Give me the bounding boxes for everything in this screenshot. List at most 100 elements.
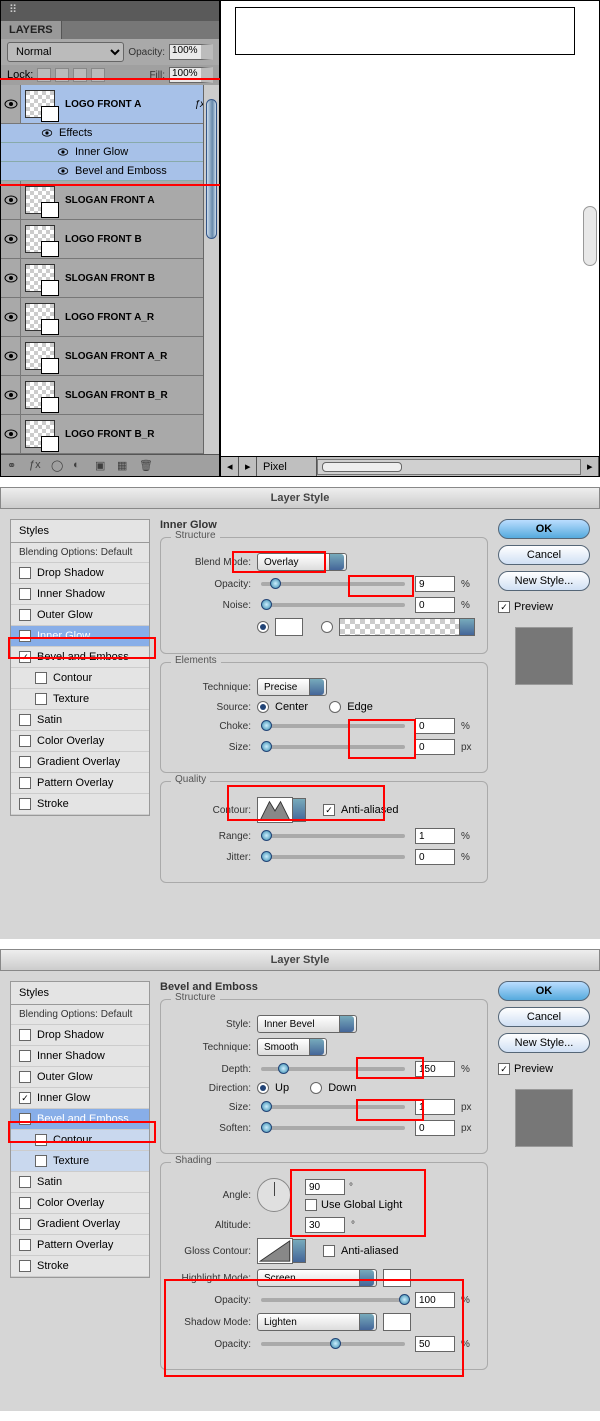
noise-slider[interactable] xyxy=(261,603,405,607)
mask-thumbnail[interactable] xyxy=(41,106,59,122)
style-stroke[interactable]: Stroke xyxy=(11,1256,149,1277)
mask-thumbnail[interactable] xyxy=(41,280,59,296)
lock-paint-icon[interactable] xyxy=(55,68,69,82)
mask-thumbnail[interactable] xyxy=(41,202,59,218)
style-dropdown[interactable]: Inner Bevel xyxy=(257,1015,357,1033)
visibility-toggle[interactable] xyxy=(1,376,21,414)
sb-arrow-right-icon[interactable]: ▸ xyxy=(239,457,257,476)
size-input[interactable] xyxy=(415,1099,455,1115)
antialiased-checkbox[interactable] xyxy=(323,804,335,816)
opacity-input[interactable] xyxy=(415,576,455,592)
sb-arrow-icon[interactable]: ▸ xyxy=(581,457,599,476)
highlight-mode-dropdown[interactable]: Screen xyxy=(257,1269,377,1287)
styles-header[interactable]: Styles xyxy=(10,981,150,1004)
technique-dropdown[interactable]: Precise xyxy=(257,678,327,696)
gloss-contour-picker[interactable] xyxy=(257,1238,293,1264)
color-swatch[interactable] xyxy=(275,618,303,636)
new-style-button[interactable]: New Style... xyxy=(498,1033,590,1053)
direction-down-radio[interactable] xyxy=(310,1082,322,1094)
visibility-toggle[interactable] xyxy=(1,220,21,258)
size-input[interactable] xyxy=(415,739,455,755)
layer-name[interactable]: SLOGAN FRONT A_R xyxy=(59,351,219,362)
lock-position-icon[interactable] xyxy=(73,68,87,82)
opacity-slider[interactable] xyxy=(261,582,405,586)
layer-name[interactable]: LOGO FRONT B_R xyxy=(59,429,219,440)
layer-name[interactable]: LOGO FRONT B xyxy=(59,234,219,245)
shadow-opacity-input[interactable] xyxy=(415,1336,455,1352)
horizontal-scrollbar[interactable] xyxy=(317,459,581,475)
layer-name[interactable]: LOGO FRONT A_R xyxy=(59,312,219,323)
ok-button[interactable]: OK xyxy=(498,519,590,539)
style-inner-shadow[interactable]: Inner Shadow xyxy=(11,584,149,605)
lock-all-icon[interactable] xyxy=(91,68,105,82)
angle-dial[interactable] xyxy=(257,1178,291,1212)
jitter-slider[interactable] xyxy=(261,855,405,859)
style-outer-glow[interactable]: Outer Glow xyxy=(11,1067,149,1088)
new-layer-icon[interactable]: ▦ xyxy=(117,459,131,473)
layer-row[interactable]: SLOGAN FRONT A xyxy=(1,181,219,220)
layer-row[interactable]: LOGO FRONT A ƒx▾ xyxy=(1,85,219,124)
soften-slider[interactable] xyxy=(261,1126,405,1130)
styles-header[interactable]: Styles xyxy=(10,519,150,542)
style-pattern-overlay[interactable]: Pattern Overlay xyxy=(11,1235,149,1256)
source-edge-radio[interactable] xyxy=(329,701,341,713)
style-stroke[interactable]: Stroke xyxy=(11,794,149,815)
highlight-opacity-slider[interactable] xyxy=(261,1298,405,1302)
choke-slider[interactable] xyxy=(261,724,405,728)
depth-input[interactable] xyxy=(415,1061,455,1077)
blending-options[interactable]: Blending Options: Default xyxy=(11,1005,149,1025)
layer-row[interactable]: LOGO FRONT B xyxy=(1,220,219,259)
fill-value[interactable]: 100% xyxy=(169,67,213,83)
style-satin[interactable]: Satin xyxy=(11,710,149,731)
noise-input[interactable] xyxy=(415,597,455,613)
color-radio[interactable] xyxy=(257,621,269,633)
shadow-color-swatch[interactable] xyxy=(383,1313,411,1331)
effect-item[interactable]: Bevel and Emboss xyxy=(75,165,167,177)
size-slider[interactable] xyxy=(261,1105,405,1109)
layer-name[interactable]: SLOGAN FRONT B xyxy=(59,273,219,284)
fx-icon[interactable]: ƒx xyxy=(29,459,43,473)
opacity-value[interactable]: 100% xyxy=(169,44,213,60)
visibility-toggle[interactable] xyxy=(41,129,53,137)
style-contour[interactable]: Contour xyxy=(11,1130,149,1151)
cancel-button[interactable]: Cancel xyxy=(498,1007,590,1027)
style-pattern-overlay[interactable]: Pattern Overlay xyxy=(11,773,149,794)
style-contour[interactable]: Contour xyxy=(11,668,149,689)
effect-item[interactable]: Inner Glow xyxy=(75,146,128,158)
style-drop-shadow[interactable]: Drop Shadow xyxy=(11,563,149,584)
new-style-button[interactable]: New Style... xyxy=(498,571,590,591)
style-inner-glow[interactable]: Inner Glow xyxy=(11,626,149,647)
lock-transparency-icon[interactable] xyxy=(37,68,51,82)
style-texture[interactable]: Texture xyxy=(11,689,149,710)
style-outer-glow[interactable]: Outer Glow xyxy=(11,605,149,626)
mask-thumbnail[interactable] xyxy=(41,319,59,335)
direction-up-radio[interactable] xyxy=(257,1082,269,1094)
layer-row[interactable]: LOGO FRONT A_R xyxy=(1,298,219,337)
visibility-toggle[interactable] xyxy=(57,148,69,156)
style-texture[interactable]: Texture xyxy=(11,1151,149,1172)
style-bevel-emboss[interactable]: Bevel and Emboss xyxy=(11,1109,149,1130)
ok-button[interactable]: OK xyxy=(498,981,590,1001)
unit-display[interactable]: Pixel xyxy=(257,457,317,476)
style-inner-glow[interactable]: Inner Glow xyxy=(11,1088,149,1109)
soften-input[interactable] xyxy=(415,1120,455,1136)
layer-name[interactable]: LOGO FRONT A xyxy=(59,99,194,110)
visibility-toggle[interactable] xyxy=(1,181,21,219)
folder-icon[interactable]: ▣ xyxy=(95,459,109,473)
mask-thumbnail[interactable] xyxy=(41,397,59,413)
link-layers-icon[interactable]: ⚭ xyxy=(7,459,21,473)
gradient-picker[interactable] xyxy=(339,618,475,636)
angle-input[interactable] xyxy=(305,1179,345,1195)
source-center-radio[interactable] xyxy=(257,701,269,713)
cancel-button[interactable]: Cancel xyxy=(498,545,590,565)
visibility-toggle[interactable] xyxy=(57,167,69,175)
blend-mode-dropdown[interactable]: Overlay xyxy=(257,553,347,571)
visibility-toggle[interactable] xyxy=(1,298,21,336)
mask-thumbnail[interactable] xyxy=(41,358,59,374)
blend-mode-select[interactable]: Normal xyxy=(7,42,124,62)
style-color-overlay[interactable]: Color Overlay xyxy=(11,731,149,752)
layer-row[interactable]: SLOGAN FRONT B_R xyxy=(1,376,219,415)
shadow-opacity-slider[interactable] xyxy=(261,1342,405,1346)
layer-name[interactable]: SLOGAN FRONT A xyxy=(59,195,219,206)
size-slider[interactable] xyxy=(261,745,405,749)
